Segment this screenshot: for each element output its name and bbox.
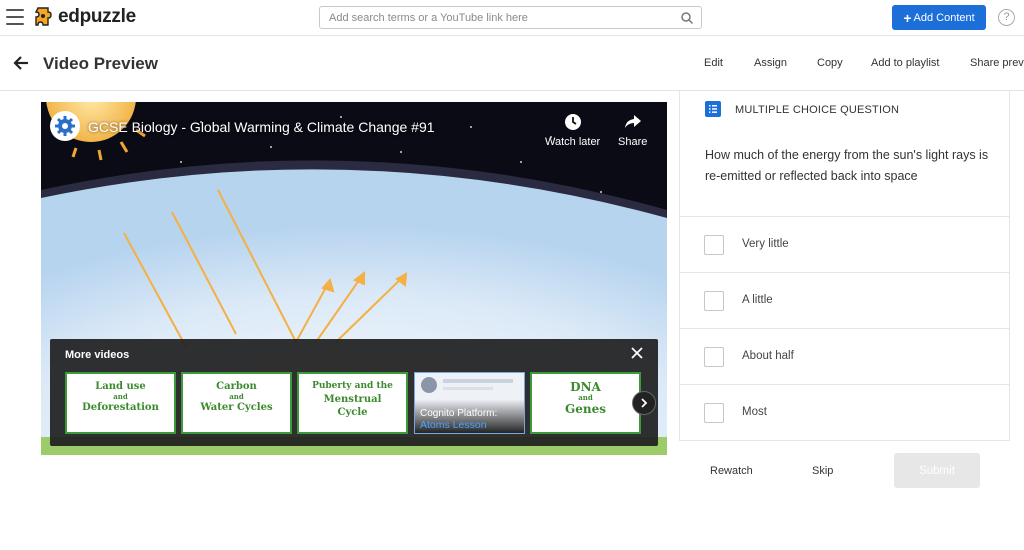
question-type-label: MULTIPLE CHOICE QUESTION — [735, 104, 900, 116]
answer-checkbox[interactable] — [704, 291, 724, 311]
answer-option[interactable]: A little — [680, 272, 1009, 328]
page-header: Video Preview Edit Assign Copy Add to pl… — [0, 37, 1024, 91]
puzzle-logo-icon — [34, 7, 52, 26]
gear-icon — [55, 116, 75, 136]
submit-button[interactable]: Submit — [894, 453, 980, 488]
copy-button[interactable]: Copy — [817, 57, 843, 69]
add-to-playlist-button[interactable]: Add to playlist — [871, 57, 939, 69]
share-preview-button[interactable]: Share previ — [970, 57, 1024, 69]
watch-later-button[interactable]: Watch later — [545, 112, 600, 148]
answer-label: A little — [742, 294, 773, 306]
answer-label: About half — [742, 350, 794, 362]
question-text: How much of the energy from the sun's li… — [705, 148, 989, 183]
add-content-button[interactable]: + Add Content — [892, 5, 986, 30]
video-player[interactable]: GCSE Biology - Global Warming & Climate … — [41, 102, 667, 455]
search-input[interactable] — [320, 7, 660, 28]
more-videos-title: More videos — [65, 349, 130, 361]
more-videos-panel: More videos Land use and Deforestation C… — [50, 339, 658, 446]
thumb-title: Carbon and Water Cycles — [200, 381, 273, 413]
share-arrow-icon — [624, 115, 641, 128]
edpuzzle-logo[interactable]: edpuzzle — [34, 5, 136, 29]
close-icon[interactable] — [630, 346, 644, 360]
add-content-label: Add Content — [913, 11, 975, 24]
skip-button[interactable]: Skip — [812, 465, 833, 477]
suggested-video-thumb[interactable]: Land use and Deforestation — [65, 372, 176, 434]
share-label: Share — [618, 136, 648, 148]
answer-option[interactable]: Very little — [680, 216, 1009, 272]
suggested-video-thumb[interactable]: Puberty and the Menstrual Cycle — [297, 372, 408, 434]
rewatch-button[interactable]: Rewatch — [710, 465, 753, 477]
assign-button[interactable]: Assign — [754, 57, 787, 69]
answer-checkbox[interactable] — [704, 403, 724, 423]
plus-icon: + — [903, 9, 912, 26]
share-button[interactable]: Share — [618, 112, 647, 148]
suggested-video-thumb[interactable]: Carbon and Water Cycles — [181, 372, 292, 434]
menu-icon[interactable] — [6, 9, 24, 25]
answer-checkbox[interactable] — [704, 347, 724, 367]
thumb-channel: Cognito Platform: — [420, 408, 498, 419]
edit-button[interactable]: Edit — [704, 57, 723, 69]
answer-label: Most — [742, 406, 767, 418]
thumb-title: Land use and Deforestation — [82, 381, 159, 413]
thumb-title: Atoms Lesson — [420, 419, 487, 431]
search-bar[interactable] — [319, 6, 702, 29]
answer-option[interactable]: Most — [680, 384, 1009, 440]
suggested-video-thumb[interactable]: Cognito Platform: Atoms Lesson — [414, 372, 525, 434]
search-icon[interactable] — [680, 11, 694, 25]
watch-later-label: Watch later — [545, 136, 601, 148]
top-navbar: edpuzzle + Add Content ? — [0, 0, 1024, 36]
help-icon[interactable]: ? — [998, 9, 1015, 26]
channel-avatar[interactable] — [50, 111, 80, 141]
clock-icon — [564, 114, 581, 130]
suggested-video-thumb[interactable]: DNA and Genes — [530, 372, 641, 434]
next-videos-button[interactable] — [632, 391, 656, 415]
question-panel: MULTIPLE CHOICE QUESTION How much of the… — [679, 91, 1010, 441]
header-actions: Edit Assign Copy Add to playlist Share p… — [0, 57, 1024, 73]
video-title[interactable]: GCSE Biology - Global Warming & Climate … — [88, 119, 435, 135]
answer-checkbox[interactable] — [704, 235, 724, 255]
answer-label: Very little — [742, 238, 789, 250]
thumb-title: DNA and Genes — [565, 380, 606, 416]
thumb-title: Puberty and the Menstrual Cycle — [312, 381, 393, 418]
logo-text: edpuzzle — [58, 6, 136, 27]
chevron-right-icon — [641, 398, 648, 408]
answer-option[interactable]: About half — [680, 328, 1009, 384]
list-icon — [705, 101, 721, 117]
